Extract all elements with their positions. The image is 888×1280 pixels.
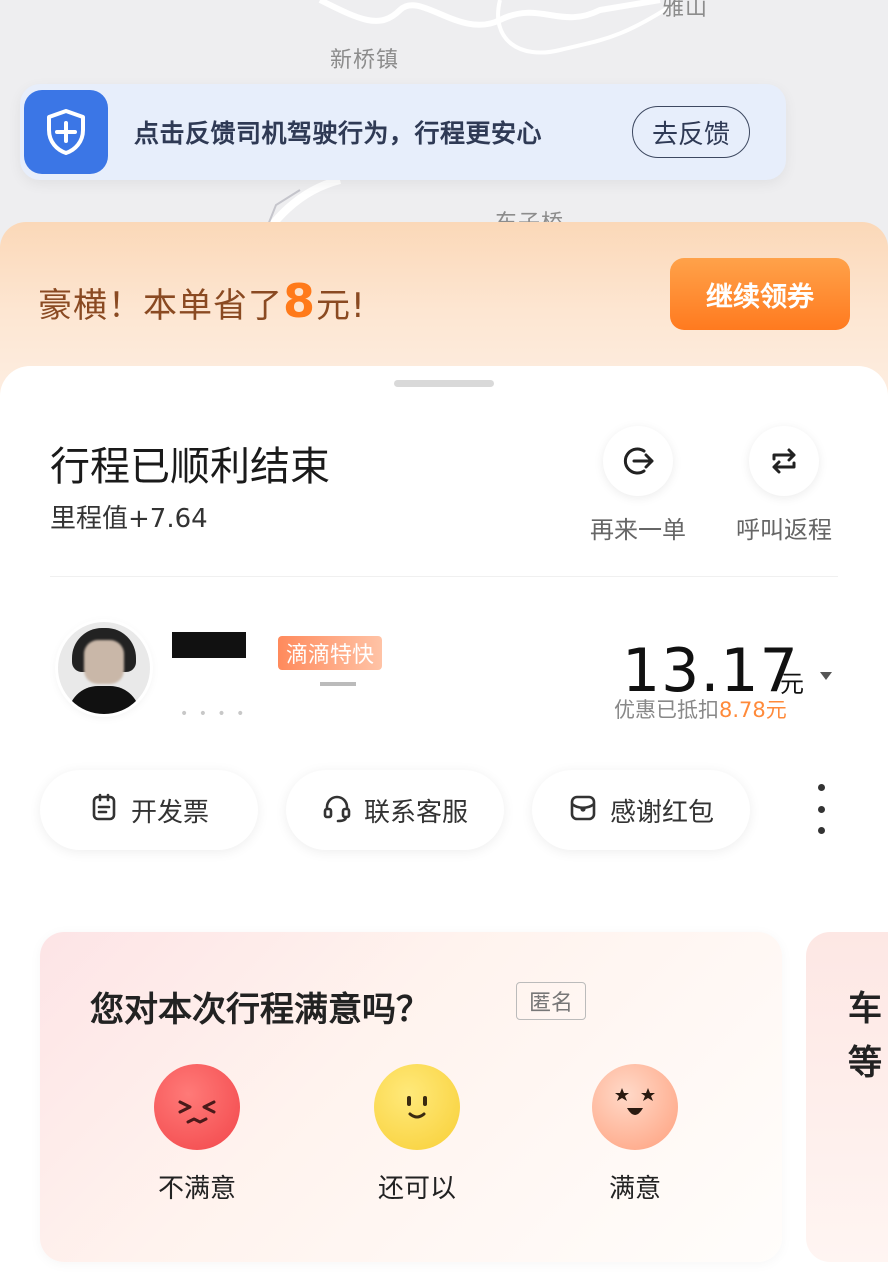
savings-suffix: 元! — [316, 286, 366, 326]
reorder-button[interactable]: 再来一单 — [568, 426, 708, 545]
mileage-points: 里程值+7.64 — [50, 504, 208, 534]
rating-label-ok: 还可以 — [377, 1174, 456, 1204]
red-envelope-icon — [568, 793, 598, 827]
driver-rating-redacted: • • • • — [180, 706, 248, 722]
driver-info-redacted — [320, 682, 356, 686]
reorder-label: 再来一单 — [590, 516, 686, 544]
map-label-mountain: 雅山 — [662, 0, 709, 21]
savings-message: 豪横！本单省了8元! — [38, 274, 366, 328]
invoice-label: 开发票 — [130, 797, 209, 828]
safety-feedback-banner[interactable]: 点击反馈司机驾驶行为，行程更安心 去反馈 — [20, 84, 786, 180]
anonymous-badge: 匿名 — [516, 982, 587, 1020]
divider — [50, 576, 838, 577]
contact-support-button[interactable]: 联系客服 — [286, 770, 504, 850]
thank-you-red-envelope-button[interactable]: 感谢红包 — [532, 770, 750, 850]
more-options-icon[interactable] — [806, 784, 836, 834]
discount-value: 8.78元 — [719, 698, 787, 722]
savings-amount: 8 — [283, 274, 317, 328]
map-label-town: 新桥镇 — [330, 48, 400, 73]
headset-icon — [322, 793, 352, 827]
rating-label-satisfied: 满意 — [608, 1174, 661, 1204]
reorder-arrow-icon — [603, 426, 673, 496]
angry-face-icon[interactable] — [154, 1064, 240, 1150]
driver-avatar[interactable] — [58, 622, 150, 714]
star-eyes-face-icon[interactable] — [592, 1064, 678, 1150]
continue-coupon-button[interactable]: 继续领券 — [670, 258, 850, 330]
return-trip-label: 呼叫返程 — [736, 516, 832, 544]
next-card-title: 车等 — [848, 989, 882, 1083]
safety-feedback-text: 点击反馈司机驾驶行为，行程更安心 — [134, 119, 543, 148]
discount-label: 优惠已抵扣 — [614, 698, 719, 722]
service-tag: 滴滴特快 — [278, 636, 383, 670]
drag-handle[interactable] — [394, 380, 494, 387]
feedback-button[interactable]: 去反馈 — [632, 106, 750, 158]
savings-prefix: 豪横！本单省了 — [38, 286, 283, 326]
discount-info: 优惠已抵扣8.78元 — [614, 694, 787, 724]
shield-plus-icon — [24, 90, 108, 174]
invoice-icon — [89, 793, 119, 827]
red-envelope-label: 感谢红包 — [609, 797, 714, 828]
trip-status-title: 行程已顺利结束 — [50, 444, 330, 490]
rating-label-unsatisfied: 不满意 — [157, 1174, 236, 1204]
smile-face-icon[interactable] — [374, 1064, 460, 1150]
invoice-button[interactable]: 开发票 — [40, 770, 258, 850]
contact-support-label: 联系客服 — [363, 797, 468, 828]
satisfaction-survey-card: 您对本次行程满意吗？ 匿名 不满意 还可以 满意 — [40, 932, 782, 1262]
caret-down-icon[interactable] — [820, 672, 832, 680]
return-trip-button[interactable]: 呼叫返程 — [714, 426, 854, 545]
return-trip-icon — [749, 426, 819, 496]
driver-name-redacted — [172, 632, 246, 658]
survey-title: 您对本次行程满意吗？ — [90, 990, 430, 1030]
trip-summary-card: 行程已顺利结束 里程值+7.64 再来一单 呼叫返程 滴滴特快 • • • • … — [0, 366, 888, 1280]
next-card-peek[interactable]: 车等 — [806, 932, 888, 1262]
